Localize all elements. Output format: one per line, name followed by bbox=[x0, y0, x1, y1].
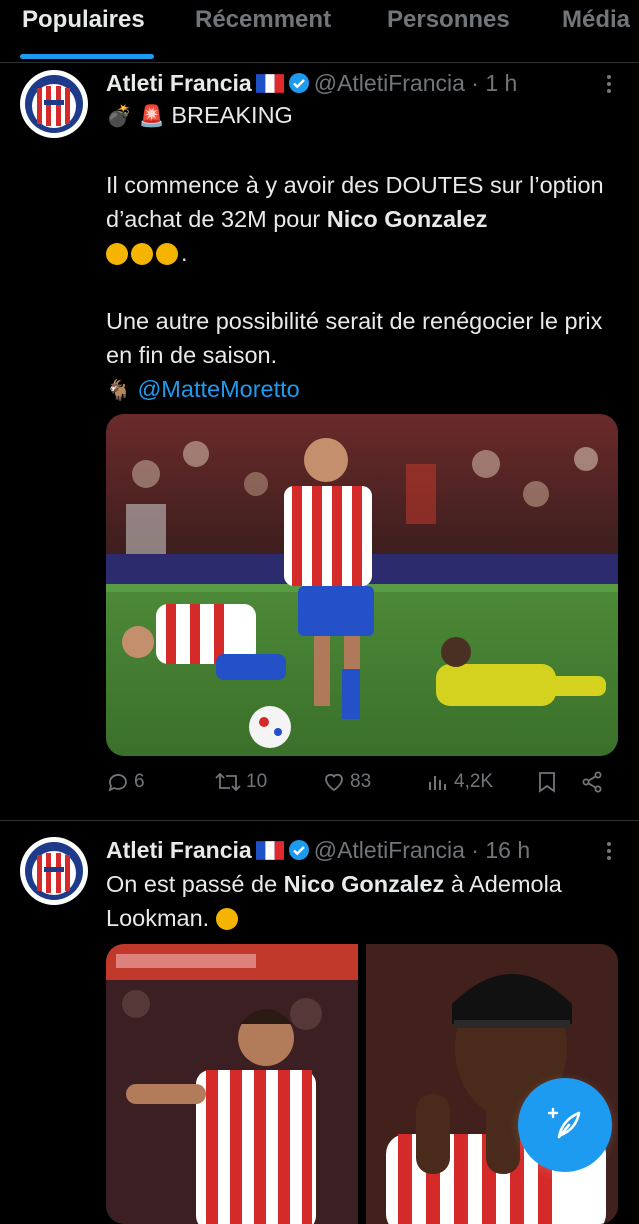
compose-feather-icon bbox=[547, 1107, 581, 1139]
tweet[interactable]: Atleti Francia @AtletiFrancia · 1 h 💣 🚨 B… bbox=[0, 0, 639, 820]
verified-badge-icon bbox=[288, 840, 309, 860]
party-face-emoji-icon bbox=[156, 243, 178, 265]
retweet-icon bbox=[215, 772, 241, 792]
tweet-time: · 1 h bbox=[471, 70, 518, 96]
mention-link[interactable]: @MatteMoretto bbox=[137, 376, 299, 402]
heart-icon bbox=[325, 773, 343, 792]
party-face-emoji-icon bbox=[131, 243, 153, 265]
compose-button[interactable] bbox=[518, 1078, 612, 1172]
author-handle[interactable]: @AtletiFrancia bbox=[314, 70, 465, 96]
views-button[interactable]: 4,2K bbox=[426, 770, 493, 794]
retweet-count: 10 bbox=[246, 771, 268, 792]
tweet-header: Atleti Francia @AtletiFrancia · 16 h bbox=[106, 837, 530, 864]
tweet-text: On est passé de Nico Gonzalez à Ademola … bbox=[106, 867, 626, 935]
author-name[interactable]: Atleti Francia bbox=[106, 70, 252, 96]
reply-icon bbox=[108, 774, 127, 792]
siren-emoji-icon: 🚨 bbox=[138, 105, 165, 128]
football-photo bbox=[106, 414, 618, 756]
party-face-emoji-icon bbox=[106, 243, 128, 265]
player-name: Nico Gonzalez bbox=[326, 206, 488, 232]
text-segment: . bbox=[181, 240, 188, 266]
club-logo-icon bbox=[21, 838, 87, 904]
bookmark-button[interactable] bbox=[536, 770, 558, 794]
tweet-time: · 16 h bbox=[471, 837, 531, 863]
text-segment: On est passé de bbox=[106, 871, 284, 897]
like-count: 83 bbox=[350, 771, 372, 792]
more-options-icon[interactable] bbox=[607, 72, 613, 96]
tweet-actions: 6 10 83 4,2K bbox=[106, 770, 616, 806]
author-handle[interactable]: @AtletiFrancia bbox=[314, 837, 465, 863]
breaking-label: BREAKING bbox=[171, 102, 293, 128]
goat-emoji-icon: 🐐 bbox=[106, 380, 131, 402]
more-options-icon[interactable] bbox=[607, 839, 613, 863]
retweet-button[interactable]: 10 bbox=[214, 770, 267, 794]
player-name: Nico Gonzalez bbox=[283, 871, 445, 897]
text-paragraph: Une autre possibilité serait de renégoci… bbox=[106, 308, 603, 368]
reply-count: 6 bbox=[134, 771, 145, 792]
bomb-emoji-icon: 💣 bbox=[106, 105, 133, 128]
share-button[interactable] bbox=[580, 770, 604, 794]
tweet-photo[interactable] bbox=[106, 414, 618, 756]
tweet-text: 💣 🚨 BREAKING Il commence à y avoir des D… bbox=[106, 98, 626, 408]
pleading-face-emoji-icon bbox=[215, 908, 238, 930]
avatar[interactable] bbox=[20, 837, 88, 905]
like-button[interactable]: 83 bbox=[322, 770, 371, 794]
verified-badge-icon bbox=[288, 73, 309, 93]
author-name[interactable]: Atleti Francia bbox=[106, 837, 252, 863]
view-count: 4,2K bbox=[454, 771, 494, 792]
share-icon bbox=[582, 771, 602, 793]
club-logo-icon bbox=[21, 71, 87, 137]
reply-button[interactable]: 6 bbox=[106, 770, 145, 794]
france-flag-icon bbox=[255, 841, 284, 860]
views-icon bbox=[429, 776, 446, 790]
avatar[interactable] bbox=[20, 70, 88, 138]
bookmark-icon bbox=[539, 772, 555, 793]
france-flag-icon bbox=[255, 74, 284, 93]
tweet-header: Atleti Francia @AtletiFrancia · 1 h bbox=[106, 70, 517, 97]
